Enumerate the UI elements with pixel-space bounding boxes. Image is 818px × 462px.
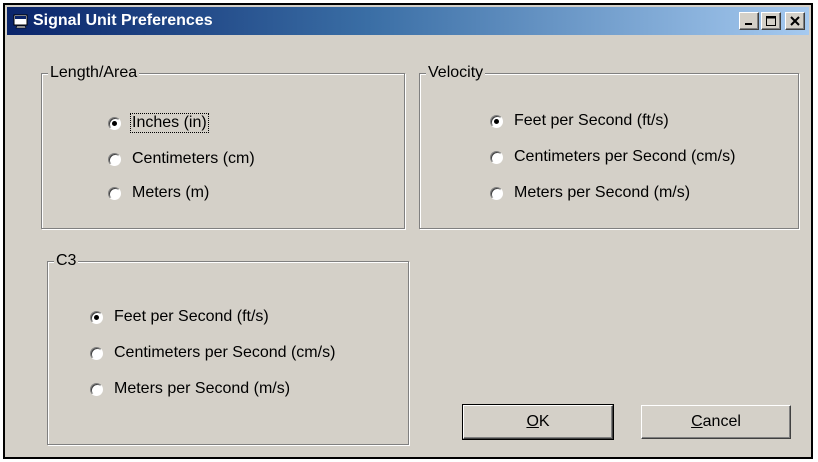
radio-centimeters-label[interactable]: Centimeters (cm) [131, 150, 256, 168]
app-icon [13, 14, 28, 29]
ok-button[interactable]: OK [462, 404, 614, 440]
radio-velocity-cm-s[interactable]: Centimeters per Second (cm/s) [490, 148, 736, 166]
radio-button[interactable] [108, 152, 121, 166]
velocity-group-label: Velocity [426, 64, 486, 82]
radio-button[interactable] [108, 186, 121, 200]
radio-selected-dot [494, 118, 499, 124]
radio-selected-dot [112, 120, 117, 126]
minimize-button[interactable] [739, 12, 759, 30]
close-button[interactable] [785, 12, 805, 30]
c3-group: C3 Feet per Second (ft/s) Centimeters pe… [47, 252, 409, 445]
radio-c3-m-s[interactable]: Meters per Second (m/s) [90, 380, 291, 398]
maximize-button[interactable] [761, 12, 781, 30]
cancel-button[interactable]: Cancel [641, 405, 791, 439]
radio-c3-ft-s-label[interactable]: Feet per Second (ft/s) [113, 308, 270, 326]
radio-meters-label[interactable]: Meters (m) [131, 184, 210, 202]
close-icon [790, 16, 800, 26]
c3-group-label: C3 [54, 252, 79, 270]
maximize-icon [766, 16, 776, 26]
dialog-client-area: Length/Area Inches (in) Centimeters (cm)… [7, 35, 809, 455]
radio-c3-m-s-label[interactable]: Meters per Second (m/s) [113, 380, 291, 398]
radio-button[interactable] [490, 150, 503, 164]
radio-centimeters[interactable]: Centimeters (cm) [108, 150, 256, 168]
radio-button[interactable] [490, 186, 503, 200]
radio-button[interactable] [90, 346, 103, 360]
ok-access-key: O [526, 413, 539, 430]
velocity-group: Velocity Feet per Second (ft/s) Centimet… [419, 64, 799, 229]
radio-button[interactable] [108, 116, 121, 130]
radio-selected-dot [94, 314, 99, 320]
radio-inches-label[interactable]: Inches (in) [130, 113, 209, 133]
radio-c3-cm-s[interactable]: Centimeters per Second (cm/s) [90, 344, 336, 362]
radio-button[interactable] [90, 310, 103, 324]
minimize-icon [745, 23, 752, 25]
radio-inches[interactable]: Inches (in) [108, 113, 209, 133]
radio-c3-cm-s-label[interactable]: Centimeters per Second (cm/s) [113, 344, 336, 362]
dialog-window: Signal Unit Preferences Length/Area Inch… [3, 3, 813, 459]
cancel-label-rest: ancel [702, 413, 741, 430]
radio-button[interactable] [90, 382, 103, 396]
radio-velocity-ft-s-label[interactable]: Feet per Second (ft/s) [513, 112, 670, 130]
radio-button[interactable] [490, 114, 503, 128]
radio-velocity-ft-s[interactable]: Feet per Second (ft/s) [490, 112, 670, 130]
radio-velocity-cm-s-label[interactable]: Centimeters per Second (cm/s) [513, 148, 736, 166]
length-area-group-label: Length/Area [48, 64, 140, 82]
ok-label-rest: K [538, 413, 550, 430]
title-bar[interactable]: Signal Unit Preferences [7, 7, 809, 35]
cancel-access-key: C [691, 413, 703, 430]
radio-c3-ft-s[interactable]: Feet per Second (ft/s) [90, 308, 270, 326]
radio-velocity-m-s-label[interactable]: Meters per Second (m/s) [513, 184, 691, 202]
window-title: Signal Unit Preferences [33, 12, 213, 29]
radio-velocity-m-s[interactable]: Meters per Second (m/s) [490, 184, 691, 202]
length-area-group: Length/Area Inches (in) Centimeters (cm)… [41, 64, 405, 229]
radio-meters[interactable]: Meters (m) [108, 184, 210, 202]
